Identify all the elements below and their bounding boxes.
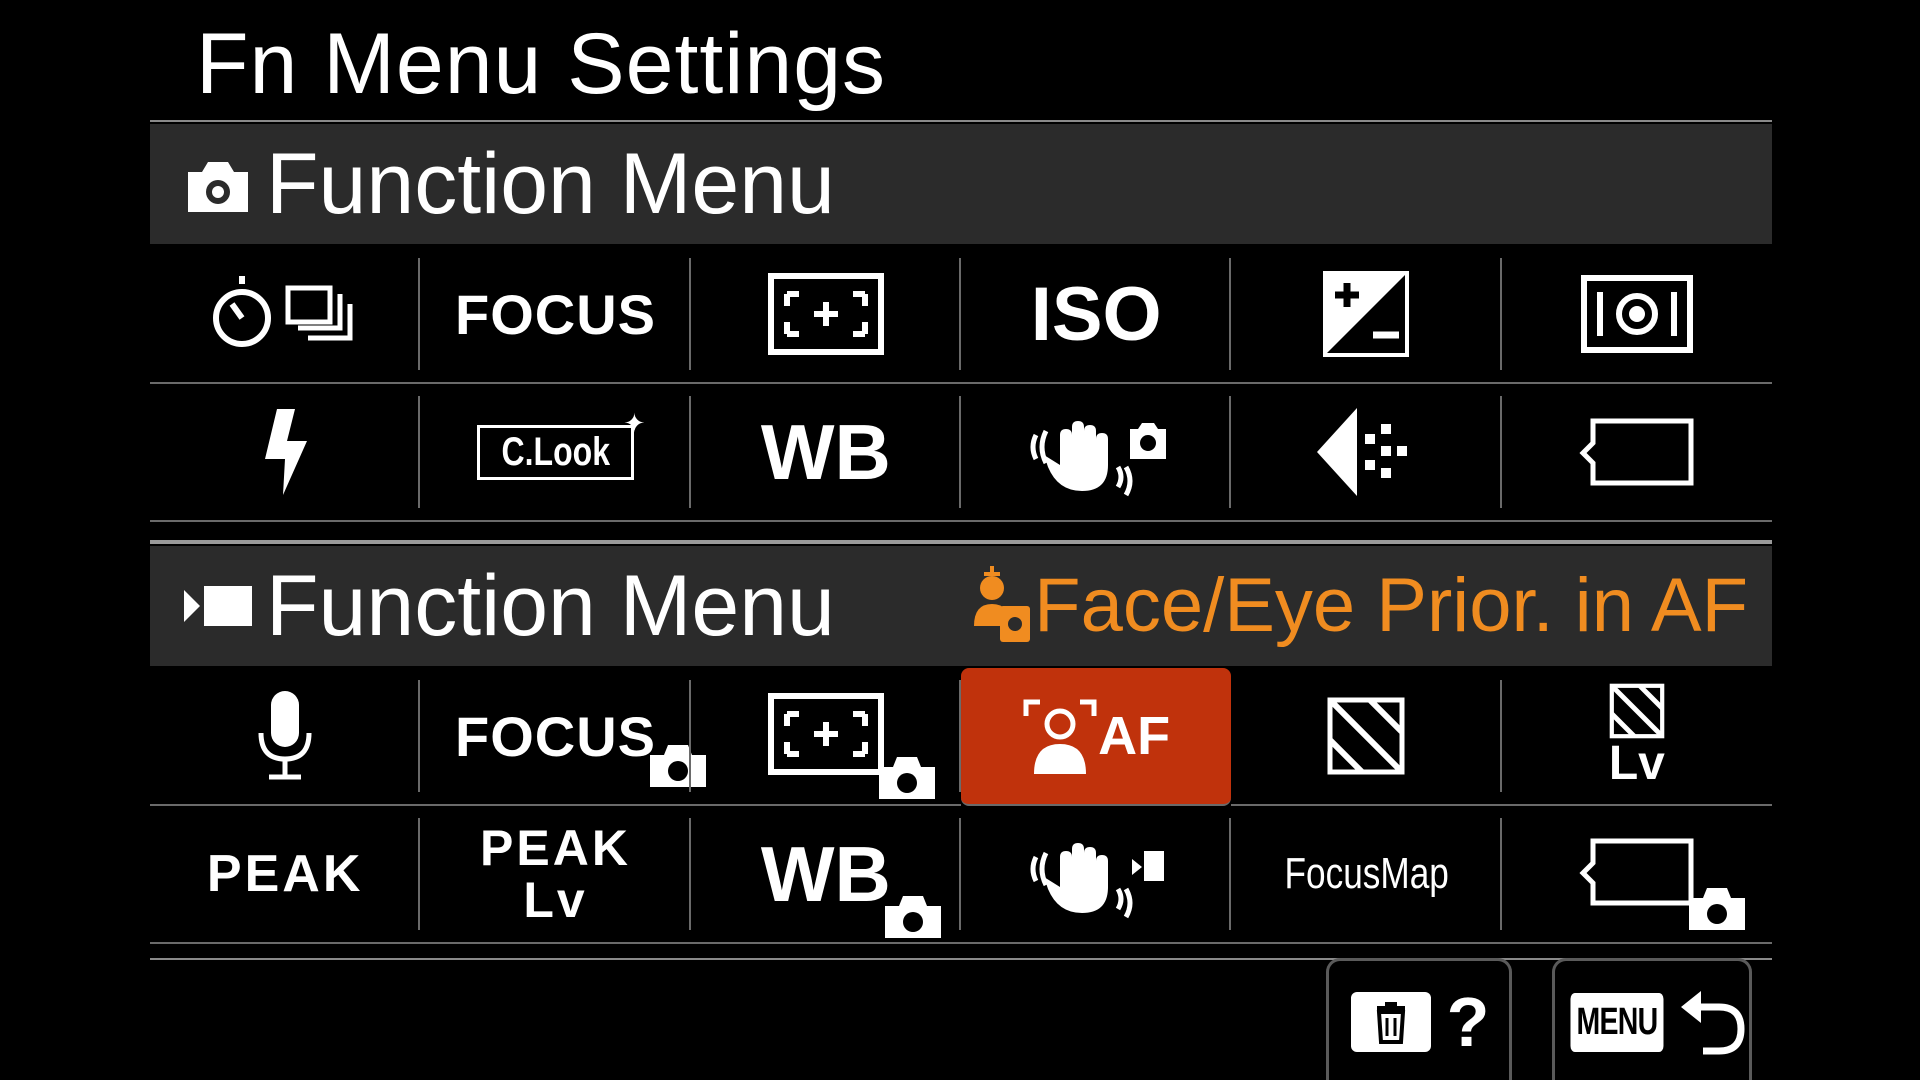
still-slot-8[interactable]: C.Look ✦ xyxy=(420,384,691,522)
movie-icon xyxy=(184,586,252,626)
delete-help-button[interactable]: ? xyxy=(1326,958,1512,1080)
movie-slot-5[interactable] xyxy=(1231,668,1502,806)
audio-rec-icon xyxy=(258,691,312,780)
zebra-icon xyxy=(1327,697,1405,775)
movie-slot-3[interactable] xyxy=(690,668,962,806)
movie-slot-12[interactable] xyxy=(1501,806,1772,944)
metering-mode-icon xyxy=(1580,275,1693,353)
creative-look-icon: C.Look ✦ xyxy=(476,408,645,480)
zebra-lv-icon: Lv xyxy=(1609,683,1665,789)
empty-slot-still-icon xyxy=(1579,837,1745,930)
face-eye-still-icon xyxy=(974,566,1031,642)
flash-mode-icon xyxy=(265,409,308,495)
return-arrow-icon xyxy=(1680,991,1745,1055)
trash-icon xyxy=(1350,992,1431,1052)
movie-slot-2[interactable]: FOCUS xyxy=(420,668,706,806)
exposure-comp-icon xyxy=(1323,271,1410,357)
steadyshot-movie-icon xyxy=(1030,843,1165,919)
movie-function-grid: FOCUS AF Lv PEAK PEAK Lv WB FocusMap xyxy=(150,668,1772,944)
focus-area-still-icon xyxy=(767,692,935,799)
focus-area-icon xyxy=(767,692,884,775)
focus-map-icon: FocusMap xyxy=(1284,849,1449,898)
still-slot-9[interactable]: WB xyxy=(690,384,962,522)
focus-mode-label: FOCUS xyxy=(454,704,656,768)
movie-slot-4-selected[interactable]: AF xyxy=(961,668,1232,806)
still-slot-3[interactable] xyxy=(690,246,962,384)
movie-slot-11[interactable]: FocusMap xyxy=(1231,806,1502,944)
still-slot-10[interactable] xyxy=(961,384,1232,522)
camera-badge-icon xyxy=(878,756,935,799)
empty-slot-icon xyxy=(1579,838,1694,905)
still-slot-1[interactable] xyxy=(150,246,421,384)
focus-mode-icon: FOCUS xyxy=(454,282,656,346)
movie-function-menu-header: Function Menu Face/Eye Prior. in AF xyxy=(150,546,1772,666)
still-slot-7[interactable] xyxy=(150,384,421,522)
still-function-grid: FOCUS ISO C.Look ✦ WB xyxy=(150,246,1772,522)
menu-label: MENU xyxy=(1570,992,1664,1052)
peak-label: PEAK xyxy=(480,820,631,876)
sparkle-icon: ✦ xyxy=(623,407,646,438)
movie-slot-7[interactable]: PEAK xyxy=(150,806,421,944)
peaking-icon: PEAK xyxy=(206,845,364,903)
divider xyxy=(150,120,1772,122)
camera-icon xyxy=(188,162,248,212)
face-eye-af-icon: AF xyxy=(1022,696,1170,776)
peaking-lv-icon: PEAK Lv xyxy=(480,822,631,926)
focus-mode-still-icon: FOCUS xyxy=(454,704,706,787)
lv-label: Lv xyxy=(523,872,588,928)
movie-slot-9[interactable]: WB xyxy=(690,806,962,944)
still-slot-6[interactable] xyxy=(1501,246,1772,384)
camera-badge-icon xyxy=(884,895,941,938)
lv-label: Lv xyxy=(1608,737,1665,790)
divider xyxy=(150,958,1772,960)
still-function-menu-header: Function Menu xyxy=(150,124,1772,244)
still-slot-2[interactable]: FOCUS xyxy=(420,246,691,384)
still-slot-5[interactable] xyxy=(1231,246,1502,384)
movie-slot-1[interactable] xyxy=(150,668,421,806)
movie-header-label: Function Menu xyxy=(266,558,835,654)
white-balance-still-icon: WB xyxy=(760,829,941,938)
page-title: Fn Menu Settings xyxy=(196,16,887,112)
white-balance-icon: WB xyxy=(760,407,891,496)
still-header-label: Function Menu xyxy=(266,136,835,232)
selected-item-label: Face/Eye Prior. in AF xyxy=(1034,563,1748,648)
drive-mode-icon xyxy=(213,276,353,347)
steadyshot-icon xyxy=(1030,421,1167,497)
zebra-small-icon xyxy=(1609,683,1665,739)
creative-look-label: C.Look xyxy=(501,429,610,474)
selected-item-indicator: Face/Eye Prior. in AF xyxy=(970,546,1748,666)
movie-slot-10[interactable] xyxy=(961,806,1232,944)
empty-slot-icon xyxy=(1579,418,1694,486)
divider xyxy=(150,540,1772,544)
still-slot-11[interactable] xyxy=(1231,384,1502,522)
movie-slot-6[interactable]: Lv xyxy=(1501,668,1772,806)
face-frame-icon xyxy=(1023,699,1097,774)
still-slot-12[interactable] xyxy=(1501,384,1772,522)
fn-menu-settings-screen: Fn Menu Settings Function Menu FOCUS ISO… xyxy=(0,0,1920,1080)
movie-slot-8[interactable]: PEAK Lv xyxy=(420,806,691,944)
menu-back-button[interactable]: MENU xyxy=(1552,958,1752,1080)
image-quality-icon xyxy=(1317,408,1408,496)
still-slot-4[interactable]: ISO xyxy=(961,246,1232,384)
wb-label: WB xyxy=(760,829,891,918)
camera-badge-icon xyxy=(1688,887,1745,930)
help-question-mark: ? xyxy=(1446,983,1490,1061)
iso-icon: ISO xyxy=(1030,271,1162,357)
focus-area-icon xyxy=(767,273,884,355)
af-label: AF xyxy=(1098,706,1171,766)
